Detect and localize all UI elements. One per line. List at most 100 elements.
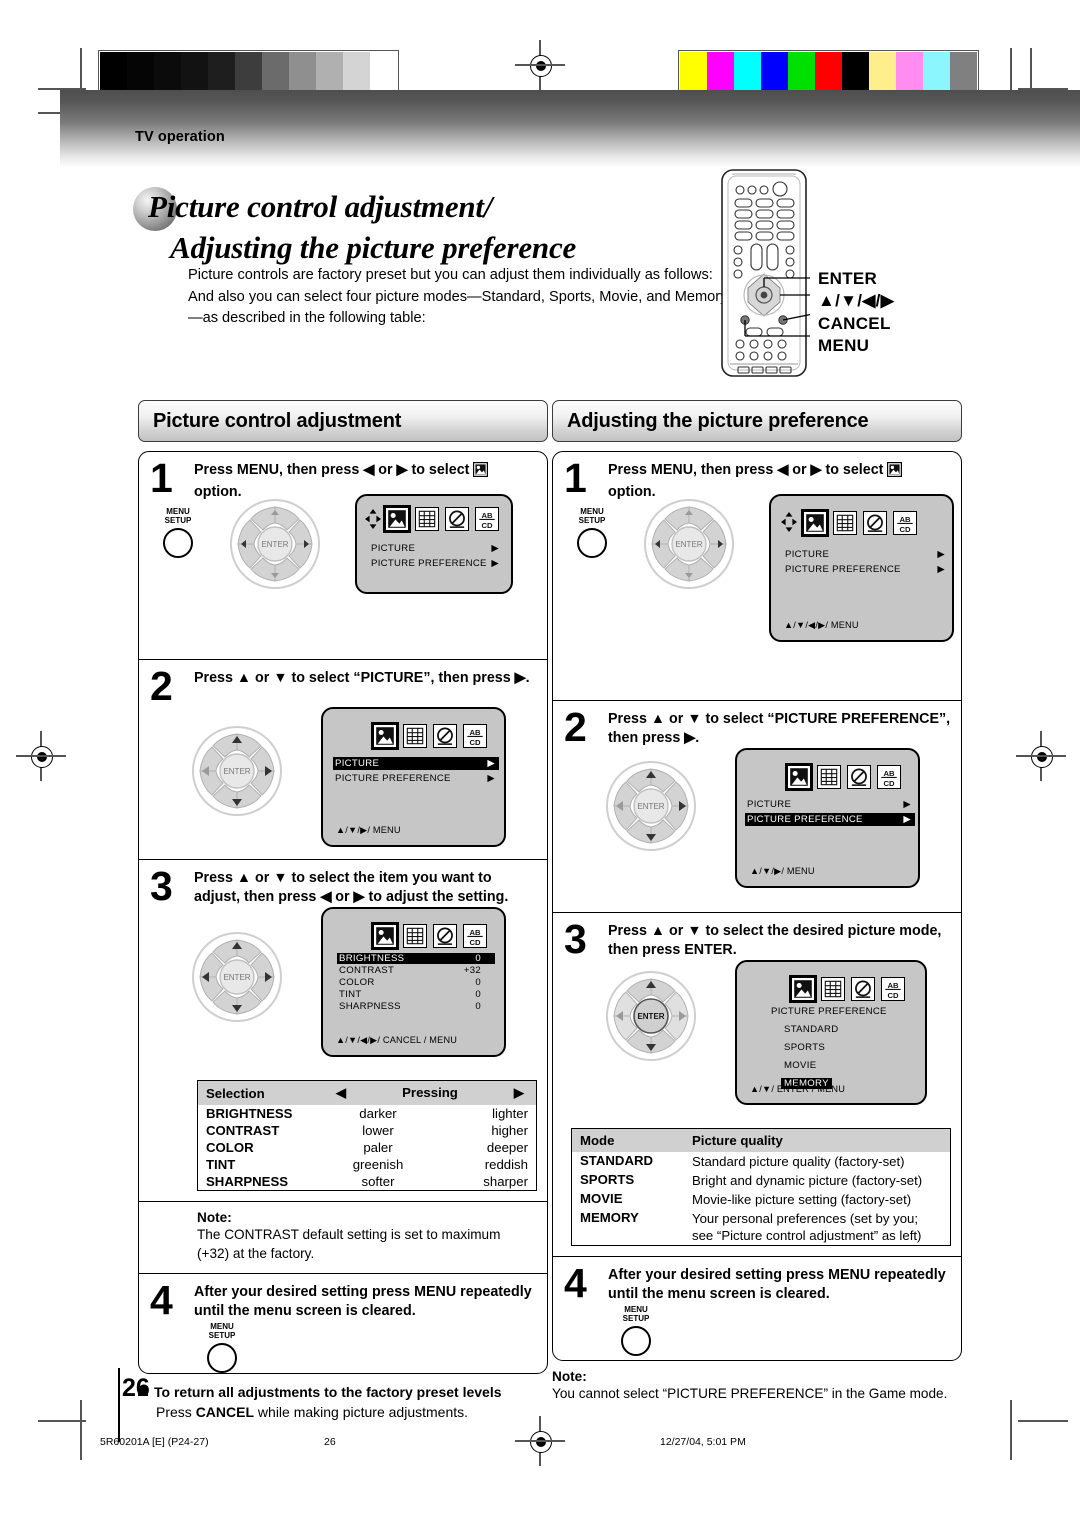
osd-setting-row[interactable]: SHARPNESS 0: [337, 1001, 495, 1012]
left-note-title: Note:: [197, 1210, 232, 1225]
osd-setting-row[interactable]: BRIGHTNESS 0: [337, 953, 495, 964]
osd-picture-icon[interactable]: [371, 722, 399, 750]
osd-setting-row[interactable]: CONTRAST +32: [337, 965, 495, 976]
osd-menu-item[interactable]: PICTURE PREFERENCE ▶: [369, 557, 503, 570]
osd-mode-item[interactable]: STANDARD: [781, 1024, 841, 1035]
right-step-1-text-a: Press MENU, then press ◀ or ▶ to select: [608, 462, 888, 478]
right-step-2-illustration: ENTER AB CD PICTURE ▶ PICTURE PREFERENCE ▶ ▲…: [563, 748, 951, 906]
osd-setup-grid-icon[interactable]: [403, 924, 427, 948]
svg-text:AB: AB: [469, 728, 481, 737]
osd-pref-title-r3: PICTURE PREFERENCE: [771, 1006, 887, 1017]
osd-screen-l2: AB CD PICTURE ▶ PICTURE PREFERENCE ▶ ▲/▼/▶/ …: [321, 707, 506, 847]
osd-picture-icon[interactable]: [383, 505, 411, 533]
test-bar-swatch-7: [869, 52, 896, 90]
right-step-1: 1 Press MENU, then press ◀ or ▶ to selec…: [553, 452, 961, 700]
osd-picture-icon[interactable]: [785, 763, 813, 791]
osd-lock-icon[interactable]: [433, 924, 457, 948]
test-bar-swatch-3: [181, 52, 208, 90]
svg-text:CD: CD: [469, 738, 481, 747]
right-step-4-illustration: MENU SETUP: [563, 1304, 951, 1356]
dpad-graphic-l1: ENTER: [229, 498, 321, 595]
right-step-3: 3 Press ▲ or ▼ to select the desired pic…: [553, 912, 961, 1124]
osd-footer-r3: ▲/▼/ ENTER / MENU: [750, 1084, 846, 1094]
osd-menu-lines-l1: PICTURE ▶ PICTURE PREFERENCE ▶: [369, 542, 503, 572]
osd-captions-icon[interactable]: AB CD: [877, 765, 901, 789]
callout-enter: ENTER: [818, 269, 878, 288]
osd-lock-icon[interactable]: [445, 507, 469, 531]
osd-setup-grid-icon[interactable]: [833, 511, 857, 535]
osd-menu-lines-r1: PICTURE ▶ PICTURE PREFERENCE ▶: [783, 548, 949, 578]
print-footer-timestamp: 12/27/04, 5:01 PM: [660, 1436, 746, 1448]
menu-setup-button-r1[interactable]: MENU SETUP: [577, 507, 607, 558]
svg-text:ENTER: ENTER: [223, 767, 250, 776]
selection-col-header: Selection: [197, 1080, 322, 1105]
osd-icon-row-r3: AB CD: [789, 968, 905, 1003]
osd-setting-value: +32: [463, 965, 481, 976]
osd-menu-item[interactable]: PICTURE ▶: [783, 548, 949, 561]
right-step-4: 4 After your desired setting press MENU …: [553, 1256, 961, 1360]
menu-setup-button-l1[interactable]: MENU SETUP: [163, 507, 193, 558]
right-step-3-illustration: ENTER AB CD PICTURE PREFERENCE STANDARD SP…: [563, 960, 951, 1118]
right-step-3-text: Press ▲ or ▼ to select the desired pictu…: [608, 923, 942, 958]
osd-captions-icon[interactable]: AB CD: [475, 507, 499, 531]
left-step-3-number: 3: [150, 863, 173, 909]
mode-name: SPORTS: [580, 1172, 635, 1187]
selection-table-wrap: Selection ◀ Pressing ▶ BRIGHTNESS darker l…: [139, 1074, 547, 1201]
press-right-effect: sharper: [483, 1174, 528, 1189]
osd-menu-item[interactable]: PICTURE ▶: [333, 757, 499, 770]
osd-setting-row[interactable]: TINT 0: [337, 989, 495, 1000]
menu-setup-button-r4[interactable]: MENU SETUP: [621, 1305, 651, 1356]
test-bar-swatch-5: [235, 52, 262, 90]
osd-menu-item[interactable]: PICTURE PREFERENCE ▶: [333, 772, 499, 785]
pressing-col-header: ◀ Pressing ▶: [322, 1080, 537, 1105]
grayscale-test-bar: [98, 50, 399, 92]
osd-lock-icon[interactable]: [433, 724, 457, 748]
press-right-effect: higher: [491, 1123, 528, 1138]
osd-captions-icon[interactable]: AB CD: [881, 977, 905, 1001]
test-bar-swatch-7: [289, 52, 316, 90]
osd-picture-icon[interactable]: [789, 975, 817, 1003]
svg-text:ENTER: ENTER: [223, 973, 250, 982]
osd-menu-item[interactable]: PICTURE PREFERENCE ▶: [783, 563, 949, 576]
osd-setup-grid-icon[interactable]: [817, 765, 841, 789]
osd-setup-grid-icon[interactable]: [415, 507, 439, 531]
left-column: Picture control adjustment 1 Press MENU,…: [138, 400, 548, 1420]
svg-text:AB: AB: [469, 928, 481, 937]
remote-svg: [721, 169, 819, 377]
menu-setup-button-l4[interactable]: MENU SETUP: [207, 1322, 237, 1373]
osd-picture-icon[interactable]: [801, 509, 829, 537]
osd-captions-icon[interactable]: AB CD: [893, 511, 917, 535]
registration-mark-left: [16, 731, 66, 781]
osd-lock-icon[interactable]: [847, 765, 871, 789]
osd-menu-item-label: PICTURE: [335, 758, 380, 769]
table-row: MOVIE Movie-like picture setting (factory…: [572, 1190, 951, 1209]
crop-mark-br-h: [1018, 1420, 1068, 1422]
osd-setup-grid-icon[interactable]: [403, 724, 427, 748]
osd-setting-value: 0: [475, 953, 481, 964]
osd-mode-item[interactable]: MOVIE: [781, 1060, 819, 1071]
test-bar-swatch-6: [262, 52, 289, 90]
osd-menu-lines-r2: PICTURE ▶ PICTURE PREFERENCE ▶: [745, 798, 915, 828]
svg-text:CD: CD: [469, 938, 481, 947]
left-note: Note: The CONTRAST default setting is se…: [139, 1201, 547, 1273]
osd-menu-item[interactable]: PICTURE ▶: [745, 798, 915, 811]
selection-table: Selection ◀ Pressing ▶ BRIGHTNESS darker l…: [197, 1080, 537, 1191]
osd-lock-icon[interactable]: [851, 977, 875, 1001]
osd-lock-icon[interactable]: [863, 511, 887, 535]
osd-menu-item-label: PICTURE PREFERENCE: [371, 558, 487, 569]
menu-setup-circle: [577, 528, 607, 558]
osd-menu-item[interactable]: PICTURE ▶: [369, 542, 503, 555]
test-bar-swatch-4: [788, 52, 815, 90]
osd-pref-title-text: PICTURE PREFERENCE: [771, 1006, 887, 1017]
mode-table: Mode Picture quality STANDARD Standard pi…: [571, 1128, 951, 1246]
osd-mode-item[interactable]: SPORTS: [781, 1042, 828, 1053]
osd-setup-grid-icon[interactable]: [821, 977, 845, 1001]
osd-captions-icon[interactable]: AB CD: [463, 924, 487, 948]
osd-captions-icon[interactable]: AB CD: [463, 724, 487, 748]
crop-mark-bl-v: [80, 1400, 82, 1460]
page-number-rule: [118, 1368, 120, 1442]
right-step-2-number: 2: [564, 704, 587, 750]
osd-picture-icon[interactable]: [371, 922, 399, 950]
osd-setting-row[interactable]: COLOR 0: [337, 977, 495, 988]
osd-menu-item[interactable]: PICTURE PREFERENCE ▶: [745, 813, 915, 826]
